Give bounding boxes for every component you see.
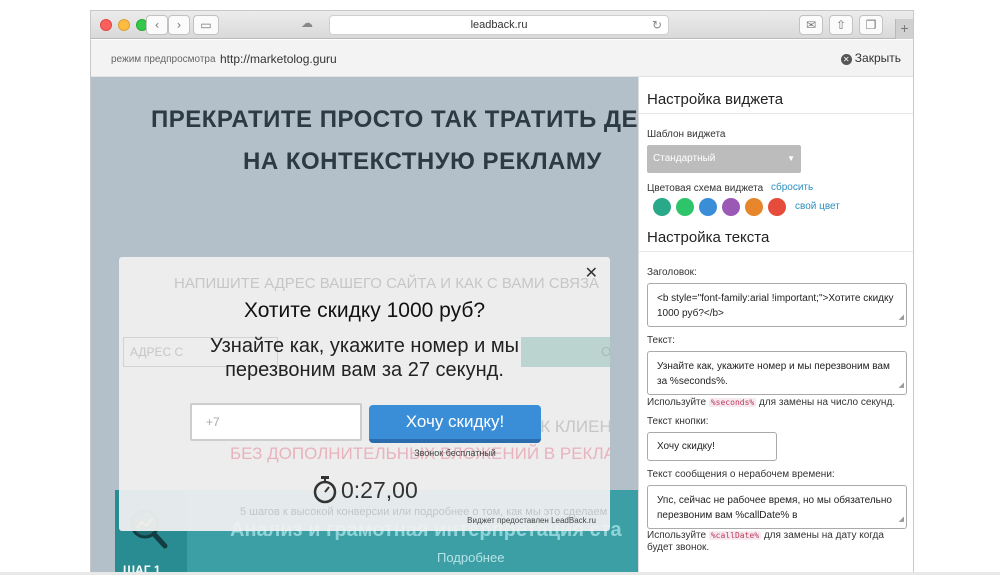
resize-grip-icon[interactable]: ◢ [899, 310, 904, 325]
ghost-subtitle: НАПИШИТЕ АДРЕС ВАШЕГО САЙТА И КАК С ВАМИ… [174, 275, 600, 292]
template-select[interactable]: Стандартный ▼ [647, 145, 801, 173]
color-swatch-purple[interactable] [722, 198, 740, 216]
divider [639, 113, 913, 114]
seconds-hint-post: для замены на число секунд. [759, 397, 896, 408]
widget-settings-title: Настройка виджета [647, 91, 784, 108]
chevron-left-icon[interactable]: ‹ [146, 15, 168, 35]
settings-panel: Настройка виджета Шаблон виджета Стандар… [638, 77, 913, 575]
text-settings-title: Настройка текста [647, 229, 770, 246]
custom-color-link[interactable]: свой цвет [795, 201, 840, 212]
calldate-hint-pre: Используйте [647, 530, 707, 541]
share-icon[interactable]: ⇧ [829, 15, 853, 35]
provided-by-label[interactable]: Виджет предоставлен LeadBack.ru [467, 516, 596, 525]
stopwatch-icon [313, 476, 337, 504]
tabs-icon[interactable]: ❐ [859, 15, 883, 35]
free-call-note: Звонок бесплатный [414, 448, 496, 458]
seconds-hint-pre: Используйте [647, 397, 707, 408]
step-more-link[interactable]: Подробнее [437, 550, 504, 565]
color-swatch-teal[interactable] [653, 198, 671, 216]
template-select-value: Стандартный [653, 153, 716, 164]
offhours-textarea-value: Упс, сейчас не рабочее время, но мы обяз… [657, 495, 892, 521]
preview-header: режим предпросмотра http://marketolog.gu… [91, 40, 913, 77]
button-text-input[interactable]: Хочу скидку! [647, 432, 777, 461]
close-icon: ✕ [840, 54, 852, 65]
divider [639, 251, 913, 252]
resize-grip-icon[interactable]: ◢ [899, 378, 904, 393]
popup-close-icon[interactable]: ✕ [585, 263, 598, 282]
site-headline-line1: ПРЕКРАТИТЕ ПРОСТО ТАК ТРАТИТЬ ДЕ [151, 106, 638, 133]
color-swatch-red[interactable] [768, 198, 786, 216]
chevron-right-icon[interactable]: › [168, 15, 190, 35]
seconds-hint: Используйте %seconds% для замены на числ… [647, 397, 895, 409]
popup-text-line1: Узнайте как, укажите номер и мы [210, 335, 519, 357]
caret-down-icon: ▼ [787, 154, 795, 163]
text-textarea[interactable]: Узнайте как, укажите номер и мы перезвон… [647, 351, 907, 395]
address-bar-url: leadback.ru [470, 19, 528, 31]
countdown-timer: 0:27,00 [341, 477, 418, 503]
popup-text: Узнайте как, укажите номер и мы перезвон… [119, 334, 610, 382]
widget-popup: НАПИШИТЕ АДРЕС ВАШЕГО САЙТА И КАК С ВАМИ… [119, 257, 610, 531]
new-tab-button[interactable]: + [895, 19, 913, 39]
color-swatch-blue[interactable] [699, 198, 717, 216]
heading-textarea[interactable]: <b style="font-family:arial !important;"… [647, 283, 907, 327]
close-preview-label: Закрыть [854, 51, 901, 65]
calldate-code: %callDate% [708, 531, 762, 540]
calldate-hint-line2: будет звонок. [647, 542, 710, 553]
phone-input[interactable]: +7 [190, 403, 362, 441]
browser-window: ‹ › ▭ ☁ leadback.ru ↻ ✉ ⇧ ❐ + режим пред… [90, 10, 914, 575]
popup-title: Хотите скидку 1000 руб? [243, 299, 486, 322]
preview-url[interactable]: http://marketolog.guru [220, 52, 337, 66]
mail-icon[interactable]: ✉ [799, 15, 823, 35]
address-bar[interactable]: leadback.ru ↻ [329, 15, 669, 35]
close-window-button[interactable] [100, 19, 112, 31]
template-label: Шаблон виджета [647, 129, 726, 140]
site-headline: ПРЕКРАТИТЕ ПРОСТО ТАК ТРАТИТЬ ДЕ НА КОНТ… [151, 99, 638, 183]
resize-grip-icon[interactable]: ◢ [899, 512, 904, 527]
cloud-icon[interactable]: ☁ [301, 16, 313, 30]
minimize-window-button[interactable] [118, 19, 130, 31]
site-headline-line2: НА КОНТЕКСТНУЮ РЕКЛАМУ [243, 148, 602, 175]
text-label: Текст: [647, 335, 675, 346]
calldate-hint-post: для замены на дату когда [763, 530, 884, 541]
color-scheme-label: Цветовая схема виджета [647, 183, 764, 194]
seconds-code: %seconds% [708, 398, 757, 407]
heading-textarea-value: <b style="font-family:arial !important;"… [657, 293, 894, 319]
color-swatch-orange[interactable] [745, 198, 763, 216]
popup-text-line2: перезвоним вам за 27 секунд. [225, 359, 504, 381]
heading-label: Заголовок: [647, 267, 697, 278]
text-textarea-value: Узнайте как, укажите номер и мы перезвон… [657, 361, 890, 387]
close-preview-button[interactable]: ✕ Закрыть [840, 51, 901, 65]
reload-icon[interactable]: ↻ [652, 16, 662, 34]
offhours-label: Текст сообщения о нерабочем времени: [647, 469, 835, 480]
offhours-textarea[interactable]: Упс, сейчас не рабочее время, но мы обяз… [647, 485, 907, 529]
preview-mode-label: режим предпросмотра [111, 54, 216, 65]
get-discount-button[interactable]: Хочу скидку! [369, 405, 541, 443]
site-preview: ПРЕКРАТИТЕ ПРОСТО ТАК ТРАТИТЬ ДЕ НА КОНТ… [91, 77, 638, 575]
sidebar-icon[interactable]: ▭ [193, 15, 219, 35]
browser-titlebar: ‹ › ▭ ☁ leadback.ru ↻ ✉ ⇧ ❐ + [91, 11, 913, 39]
reset-colors-link[interactable]: сбросить [771, 182, 813, 193]
calldate-hint: Используйте %callDate% для замены на дат… [647, 530, 884, 554]
button-text-label: Текст кнопки: [647, 416, 709, 427]
color-swatch-green[interactable] [676, 198, 694, 216]
